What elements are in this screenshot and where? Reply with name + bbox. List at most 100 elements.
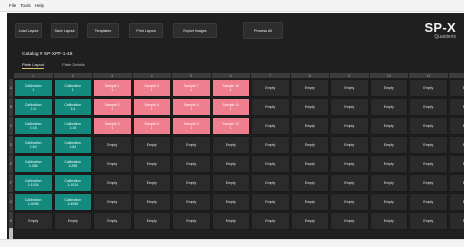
plate-well[interactable]: Empty (132, 136, 171, 154)
plate-well[interactable]: Empty (14, 212, 53, 230)
plate-well[interactable]: Empty (290, 136, 329, 154)
plate-well[interactable]: Calibration 1:256 (53, 155, 92, 173)
plate-well[interactable]: Sample 11 1 (211, 98, 250, 116)
plate-well[interactable]: Empty (211, 155, 250, 173)
plate-well[interactable]: Empty (330, 136, 369, 154)
plate-well[interactable]: Empty (251, 212, 290, 230)
plate-well[interactable]: Calibration 1 (53, 79, 92, 97)
plate-well[interactable]: Calibration 1 (14, 79, 53, 97)
plate-well[interactable]: Empty (369, 98, 408, 116)
plate-well[interactable]: Calibration 1:4096 (53, 193, 92, 211)
plate-well[interactable]: Empty (448, 193, 464, 211)
plate-well[interactable]: Calibration 1:4 (53, 98, 92, 116)
plate-well[interactable]: Empty (93, 136, 132, 154)
plate-well[interactable]: Empty (211, 174, 250, 192)
plate-well[interactable]: Empty (448, 79, 464, 97)
plate-well[interactable]: Empty (251, 79, 290, 97)
plate-well[interactable]: Empty (330, 79, 369, 97)
plate-well[interactable]: Calibration 1:64 (14, 136, 53, 154)
plate-well[interactable]: Empty (369, 155, 408, 173)
plate-well[interactable]: Empty (251, 174, 290, 192)
print-layout-button[interactable]: Print Layout (129, 23, 163, 38)
plate-well[interactable]: Empty (172, 136, 211, 154)
plate-well[interactable]: Sample 91 (172, 117, 211, 135)
plate-well[interactable]: Empty (93, 212, 132, 230)
plate-well[interactable]: Empty (448, 98, 464, 116)
plate-well[interactable]: Sample 51 (132, 98, 171, 116)
plate-well[interactable]: Empty (448, 212, 464, 230)
plate-well[interactable]: Calibration 1:16 (14, 117, 53, 135)
plate-well[interactable]: Empty (290, 174, 329, 192)
plate-well[interactable]: Empty (369, 174, 408, 192)
plate-well[interactable]: Empty (251, 193, 290, 211)
plate-well[interactable]: Empty (290, 155, 329, 173)
templates-button[interactable]: Templates (87, 23, 119, 38)
plate-well[interactable]: Calibration 1:4 (14, 98, 53, 116)
plate-well[interactable]: Sample 81 (172, 98, 211, 116)
plate-well[interactable]: Empty (93, 174, 132, 192)
plate-well[interactable]: Empty (369, 79, 408, 97)
plate-well[interactable]: Empty (251, 155, 290, 173)
tab-plate-layout[interactable]: Plate Layout (22, 62, 45, 69)
plate-well[interactable]: Sample 10 1 (211, 79, 250, 97)
plate-well[interactable]: Empty (132, 155, 171, 173)
plate-well[interactable]: Empty (290, 98, 329, 116)
plate-well[interactable]: Empty (211, 136, 250, 154)
plate-well[interactable]: Sample 31 (93, 117, 132, 135)
plate-well[interactable]: Empty (330, 155, 369, 173)
plate-well[interactable]: Calibration 1:16 (53, 117, 92, 135)
load-layout-button[interactable]: Load Layout (15, 23, 42, 38)
plate-well[interactable]: Calibration 1:256 (14, 155, 53, 173)
plate-well[interactable]: Sample 71 (172, 79, 211, 97)
menu-file[interactable]: File (9, 3, 16, 8)
plate-well[interactable]: Empty (409, 212, 448, 230)
plate-well[interactable]: Empty (211, 193, 250, 211)
plate-well[interactable]: Empty (409, 79, 448, 97)
plate-well[interactable]: Empty (448, 117, 464, 135)
plate-well[interactable]: Empty (409, 155, 448, 173)
plate-well[interactable]: Empty (53, 212, 92, 230)
plate-well[interactable]: Empty (172, 193, 211, 211)
plate-well[interactable]: Empty (290, 193, 329, 211)
menu-tools[interactable]: Tools (20, 3, 31, 8)
plate-well[interactable]: Empty (330, 174, 369, 192)
menu-help[interactable]: Help (35, 3, 44, 8)
plate-well[interactable]: Empty (211, 212, 250, 230)
plate-well[interactable]: Empty (409, 136, 448, 154)
plate-well[interactable]: Empty (251, 136, 290, 154)
plate-well[interactable]: Empty (409, 117, 448, 135)
plate-well[interactable]: Empty (251, 98, 290, 116)
plate-well[interactable]: Empty (448, 155, 464, 173)
plate-well[interactable]: Empty (409, 193, 448, 211)
plate-well[interactable]: Empty (369, 136, 408, 154)
process-all-button[interactable]: Process All (243, 22, 283, 39)
plate-well[interactable]: Empty (330, 98, 369, 116)
plate-well[interactable]: Empty (330, 193, 369, 211)
plate-well[interactable]: Sample 41 (132, 79, 171, 97)
plate-well[interactable]: Empty (172, 155, 211, 173)
plate-well[interactable]: Empty (132, 193, 171, 211)
tab-plate-details[interactable]: Plate Details (62, 62, 84, 69)
plate-well[interactable]: Empty (409, 98, 448, 116)
plate-well[interactable]: Empty (369, 193, 408, 211)
plate-well[interactable]: Empty (251, 117, 290, 135)
plate-well[interactable]: Empty (290, 212, 329, 230)
save-layout-button[interactable]: Save Layout (51, 23, 78, 38)
plate-well[interactable]: Sample 21 (93, 98, 132, 116)
plate-well[interactable]: Empty (290, 117, 329, 135)
plate-well[interactable]: Sample 11 (93, 79, 132, 97)
plate-well[interactable]: Empty (369, 117, 408, 135)
export-images-button[interactable]: Export Images (173, 23, 217, 38)
plate-well[interactable]: Empty (93, 155, 132, 173)
plate-well[interactable]: Empty (330, 117, 369, 135)
plate-well[interactable]: Empty (448, 174, 464, 192)
plate-well[interactable]: Sample 12 1 (211, 117, 250, 135)
plate-well[interactable]: Empty (132, 212, 171, 230)
plate-well[interactable]: Empty (369, 212, 408, 230)
plate-well[interactable]: Empty (409, 174, 448, 192)
plate-well[interactable]: Sample 61 (132, 117, 171, 135)
plate-well[interactable]: Calibration 1:64 (53, 136, 92, 154)
plate-well[interactable]: Empty (93, 193, 132, 211)
plate-well[interactable]: Empty (448, 136, 464, 154)
plate-well[interactable]: Calibration 1:4096 (14, 193, 53, 211)
